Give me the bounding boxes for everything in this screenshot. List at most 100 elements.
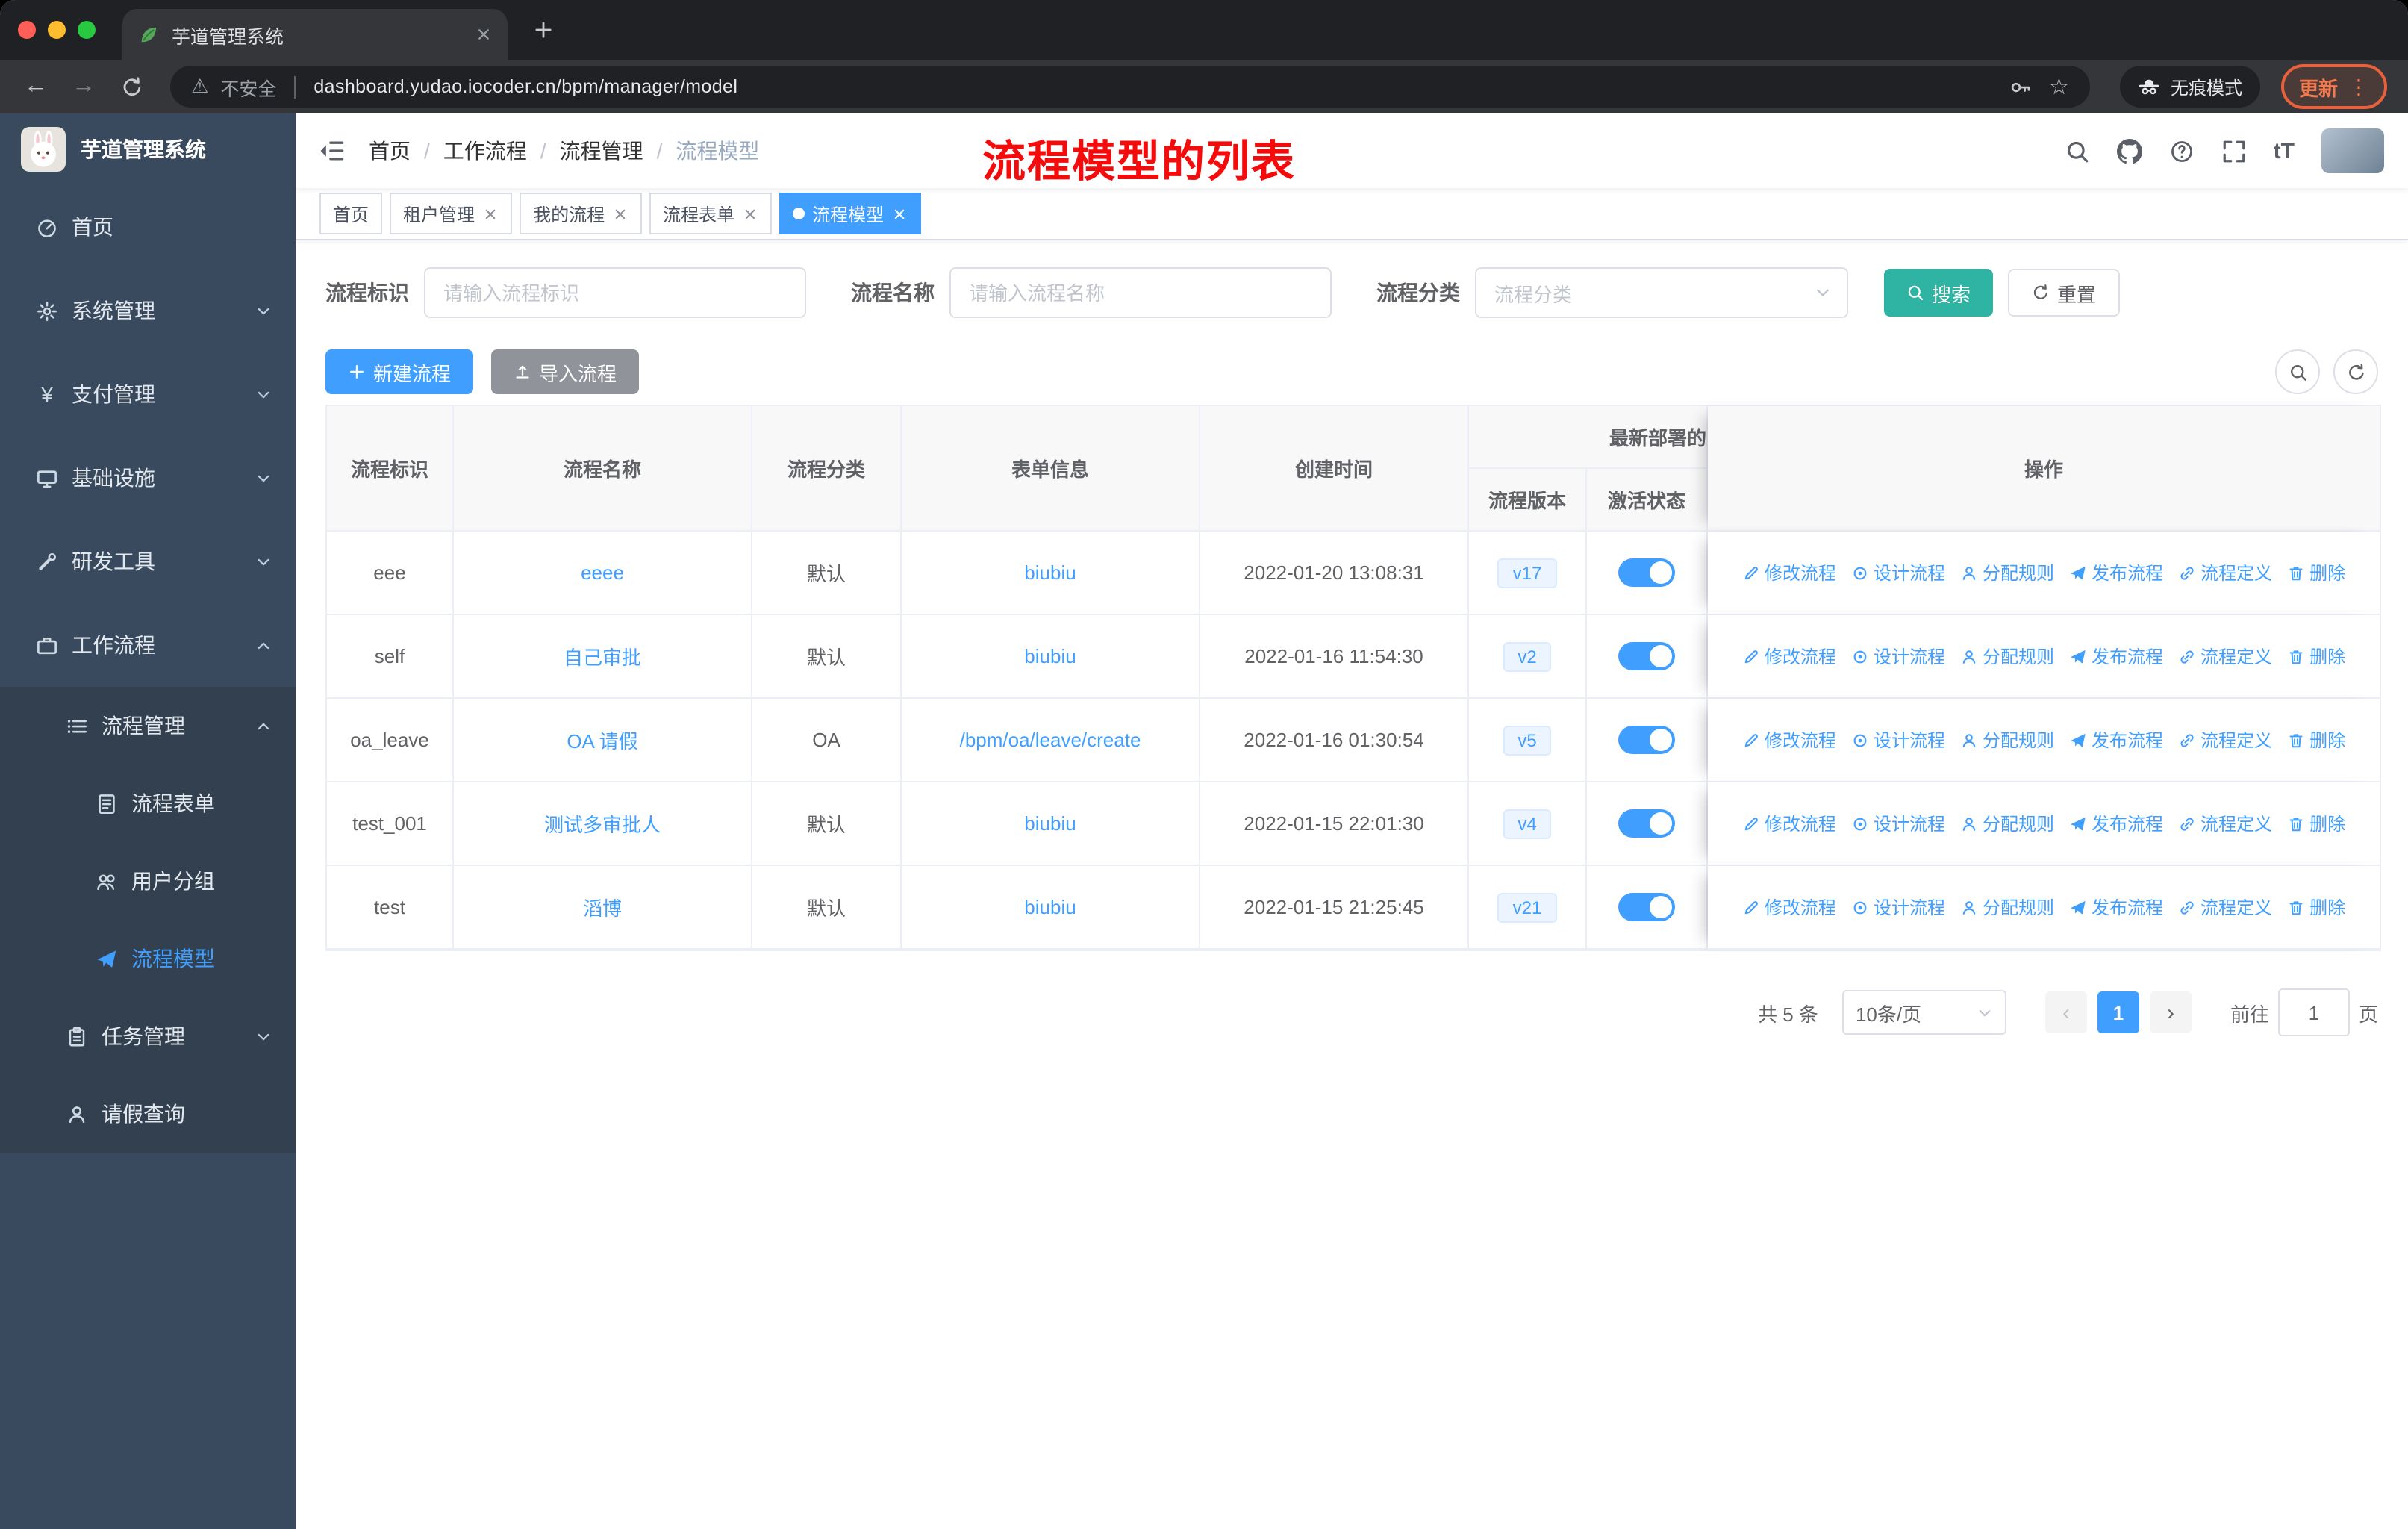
- new-tab-button[interactable]: [523, 9, 564, 51]
- breadcrumb-process-management[interactable]: 流程管理: [560, 136, 643, 166]
- form-info-link[interactable]: biubiu: [1024, 812, 1076, 835]
- refresh-table-button[interactable]: [2333, 349, 2378, 394]
- close-icon[interactable]: [742, 205, 758, 222]
- tag-tenant-management[interactable]: 租户管理: [390, 193, 513, 234]
- close-icon[interactable]: [482, 205, 499, 222]
- reset-button[interactable]: 重置: [2008, 269, 2121, 317]
- filter-name-input[interactable]: [949, 267, 1332, 318]
- active-toggle[interactable]: [1618, 809, 1675, 838]
- browser-menu-icon[interactable]: ⋮: [2348, 74, 2369, 99]
- github-icon[interactable]: [2117, 138, 2142, 164]
- active-toggle[interactable]: [1618, 642, 1675, 670]
- sidebar-item-infrastructure[interactable]: 基础设施: [0, 436, 296, 520]
- sidebar-item-user-group[interactable]: 用户分组: [0, 842, 296, 920]
- url-text[interactable]: dashboard.yudao.iocoder.cn/bpm/manager/m…: [314, 76, 737, 97]
- sidebar-item-workflow[interactable]: 工作流程: [0, 603, 296, 687]
- op-definition-link[interactable]: 流程定义: [2178, 560, 2272, 585]
- tab-close-icon[interactable]: [475, 25, 493, 43]
- page-size-select[interactable]: 10条/页: [1841, 990, 2006, 1035]
- sidebar-item-process-model[interactable]: 流程模型: [0, 920, 296, 997]
- op-modify-link[interactable]: 修改流程: [1742, 811, 1836, 836]
- sidebar-item-devtools[interactable]: 研发工具: [0, 520, 296, 603]
- tag-my-process[interactable]: 我的流程: [520, 193, 643, 234]
- process-name-link[interactable]: eeee: [581, 561, 624, 584]
- close-window-button[interactable]: [18, 21, 36, 39]
- op-definition-link[interactable]: 流程定义: [2178, 811, 2272, 836]
- tag-process-model[interactable]: 流程模型: [779, 193, 922, 234]
- op-delete-link[interactable]: 删除: [2287, 560, 2345, 585]
- op-modify-link[interactable]: 修改流程: [1742, 560, 1836, 585]
- sidebar-item-process-management[interactable]: 流程管理: [0, 687, 296, 764]
- password-key-icon[interactable]: [2009, 75, 2031, 98]
- sidebar-item-system[interactable]: 系统管理: [0, 269, 296, 352]
- filter-id-input[interactable]: [424, 267, 806, 318]
- search-button[interactable]: 搜索: [1884, 269, 1994, 317]
- prev-page-button[interactable]: ‹: [2044, 991, 2087, 1033]
- sidebar-item-task-management[interactable]: 任务管理: [0, 997, 296, 1075]
- process-name-link[interactable]: 滔博: [583, 893, 622, 921]
- tag-process-form[interactable]: 流程表单: [649, 193, 773, 234]
- op-design-link[interactable]: 设计流程: [1851, 644, 1945, 669]
- op-assign-rule-link[interactable]: 分配规则: [1960, 727, 2054, 753]
- browser-update-button[interactable]: 更新 ⋮: [2280, 64, 2387, 109]
- reload-button[interactable]: [110, 66, 152, 108]
- process-name-link[interactable]: 自己审批: [564, 642, 641, 670]
- process-name-link[interactable]: OA 请假: [567, 726, 637, 754]
- form-info-link[interactable]: biubiu: [1024, 645, 1076, 667]
- op-design-link[interactable]: 设计流程: [1851, 560, 1945, 585]
- active-toggle[interactable]: [1618, 893, 1675, 921]
- op-publish-link[interactable]: 发布流程: [2069, 811, 2163, 836]
- next-page-button[interactable]: ›: [2149, 991, 2192, 1033]
- minimize-window-button[interactable]: [48, 21, 66, 39]
- font-size-icon[interactable]: tT: [2274, 138, 2295, 164]
- back-button[interactable]: ←: [15, 66, 57, 108]
- create-process-button[interactable]: 新建流程: [325, 349, 474, 394]
- op-modify-link[interactable]: 修改流程: [1742, 644, 1836, 669]
- breadcrumb-workflow[interactable]: 工作流程: [443, 136, 527, 166]
- op-modify-link[interactable]: 修改流程: [1742, 727, 1836, 753]
- op-delete-link[interactable]: 删除: [2287, 811, 2345, 836]
- user-avatar[interactable]: [2321, 128, 2384, 173]
- op-assign-rule-link[interactable]: 分配规则: [1960, 894, 2054, 920]
- op-modify-link[interactable]: 修改流程: [1742, 894, 1836, 920]
- close-icon[interactable]: [612, 205, 628, 222]
- goto-page-input[interactable]: [2277, 988, 2350, 1036]
- page-number-button[interactable]: 1: [2097, 991, 2139, 1033]
- search-icon[interactable]: [2065, 138, 2090, 164]
- op-design-link[interactable]: 设计流程: [1851, 894, 1945, 920]
- active-toggle[interactable]: [1618, 558, 1675, 587]
- op-publish-link[interactable]: 发布流程: [2069, 894, 2163, 920]
- security-label[interactable]: 不安全: [220, 72, 276, 101]
- zoom-window-button[interactable]: [78, 21, 96, 39]
- op-assign-rule-link[interactable]: 分配规则: [1960, 560, 2054, 585]
- op-delete-link[interactable]: 删除: [2287, 894, 2345, 920]
- browser-tab[interactable]: 芋道管理系统: [122, 9, 508, 60]
- form-info-link[interactable]: /bpm/oa/leave/create: [960, 729, 1141, 751]
- category-select[interactable]: 流程分类: [1475, 267, 1848, 318]
- close-icon[interactable]: [891, 205, 908, 222]
- forward-button[interactable]: →: [63, 66, 105, 108]
- bookmark-star-icon[interactable]: ☆: [2049, 73, 2069, 100]
- op-publish-link[interactable]: 发布流程: [2069, 727, 2163, 753]
- form-info-link[interactable]: biubiu: [1024, 896, 1076, 918]
- op-assign-rule-link[interactable]: 分配规则: [1960, 644, 2054, 669]
- sidebar-item-home[interactable]: 首页: [0, 185, 296, 269]
- sidebar-item-payment[interactable]: ¥ 支付管理: [0, 352, 296, 436]
- fullscreen-icon[interactable]: [2221, 138, 2247, 164]
- op-definition-link[interactable]: 流程定义: [2178, 727, 2272, 753]
- process-name-link[interactable]: 测试多审批人: [544, 809, 661, 838]
- op-publish-link[interactable]: 发布流程: [2069, 644, 2163, 669]
- tag-home[interactable]: 首页: [319, 193, 383, 234]
- op-definition-link[interactable]: 流程定义: [2178, 644, 2272, 669]
- breadcrumb-home[interactable]: 首页: [369, 136, 411, 166]
- sidebar-item-leave-query[interactable]: 请假查询: [0, 1075, 296, 1153]
- form-info-link[interactable]: biubiu: [1024, 561, 1076, 584]
- help-icon[interactable]: [2169, 138, 2195, 164]
- op-delete-link[interactable]: 删除: [2287, 727, 2345, 753]
- active-toggle[interactable]: [1618, 726, 1675, 754]
- op-design-link[interactable]: 设计流程: [1851, 811, 1945, 836]
- toggle-search-button[interactable]: [2275, 349, 2320, 394]
- op-publish-link[interactable]: 发布流程: [2069, 560, 2163, 585]
- op-definition-link[interactable]: 流程定义: [2178, 894, 2272, 920]
- sidebar-toggle-button[interactable]: [318, 137, 345, 164]
